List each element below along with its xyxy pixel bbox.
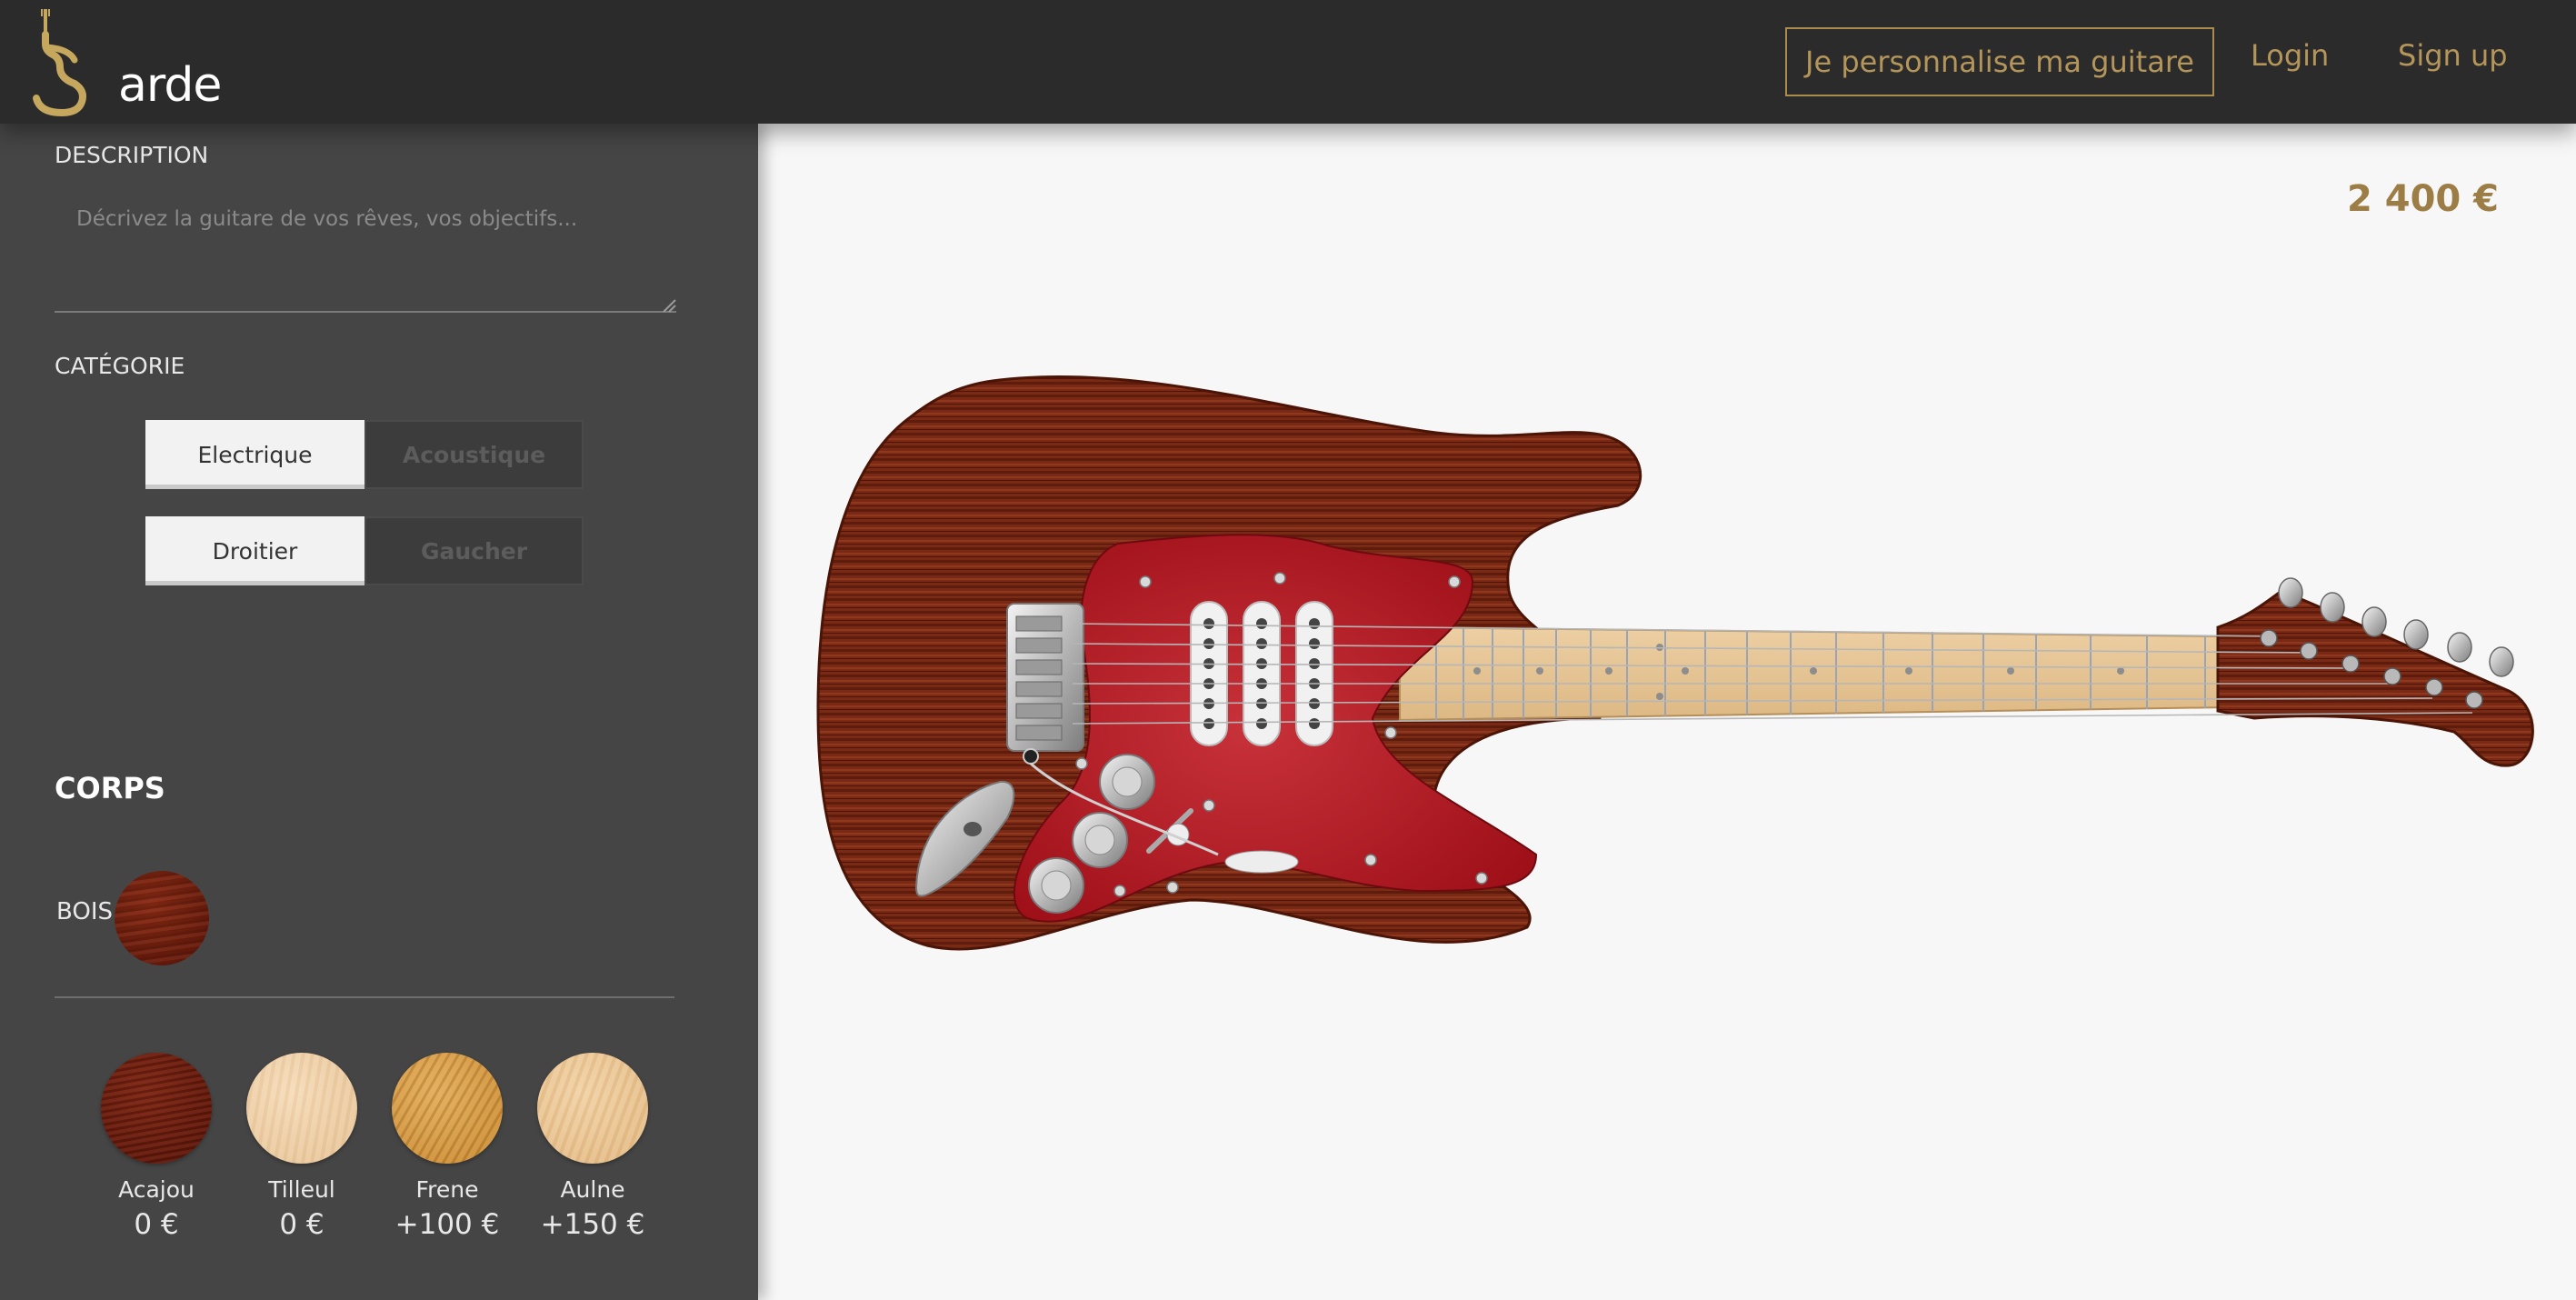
electric-option[interactable]: Electrique [145,420,364,489]
bridge [1006,603,1084,765]
wood-swatch [101,1053,212,1164]
wood-price: 0 € [134,1208,179,1241]
acoustic-option[interactable]: Acoustique [364,420,584,489]
logo[interactable]: arde [29,4,222,120]
login-link[interactable]: Login [2251,38,2329,73]
divider [55,996,674,998]
top-bar: arde Je personnalise ma guitare Login Si… [0,0,2576,124]
left-handed-option[interactable]: Gaucher [364,516,584,585]
type-toggle: Electrique Acoustique [145,420,584,489]
wood-option-acajou[interactable]: Acajou 0 € [84,1053,229,1241]
guitar-preview [816,375,2534,951]
resize-grip-icon[interactable] [660,296,676,313]
wood-name: Frene [415,1176,479,1203]
right-handed-option[interactable]: Droitier [145,516,364,585]
pickups [1190,601,1333,746]
wood-swatch [537,1053,648,1164]
description-label: DESCRIPTION [55,142,209,168]
handedness-toggle: Droitier Gaucher [145,516,584,585]
selected-wood-swatch[interactable] [115,871,209,965]
wood-name: Acajou [118,1176,195,1203]
logo-wordmark: arde [118,58,222,113]
guitar-preview-area: 2 400 € [758,124,2576,1300]
wood-option-aulne[interactable]: Aulne +150 € [520,1053,665,1241]
customize-guitar-button[interactable]: Je personnalise ma guitare [1785,27,2214,96]
wood-price: +150 € [540,1208,645,1241]
wood-swatch [246,1053,357,1164]
wood-price: +100 € [394,1208,500,1241]
wood-option-frene[interactable]: Frene +100 € [374,1053,520,1241]
wood-name: Aulne [560,1176,625,1203]
wood-name: Tilleul [268,1176,335,1203]
wood-option-tilleul[interactable]: Tilleul 0 € [229,1053,374,1241]
body-section-title: CORPS [55,771,165,805]
wood-swatch [392,1053,503,1164]
description-textarea[interactable] [55,189,676,313]
configurator-sidebar: DESCRIPTION CATÉGORIE Electrique Acousti… [0,124,758,1300]
wood-label: BOIS [56,898,114,925]
wood-price: 0 € [279,1208,324,1241]
signup-link[interactable]: Sign up [2398,38,2508,73]
category-label: CATÉGORIE [55,353,185,379]
